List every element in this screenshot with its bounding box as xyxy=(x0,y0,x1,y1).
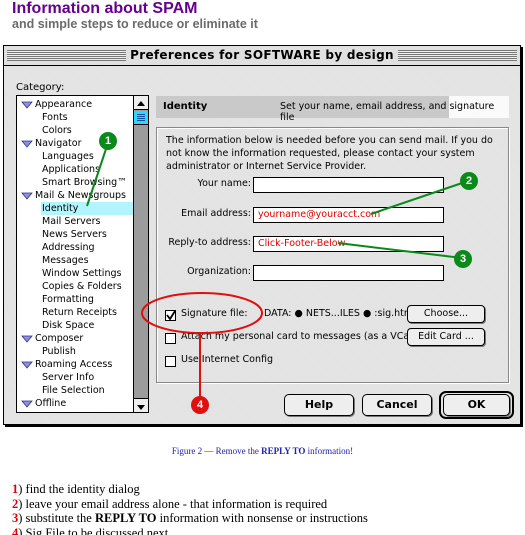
step-item: 3) substitute the REPLY TO information w… xyxy=(12,511,368,526)
disclosure-triangle-icon[interactable] xyxy=(21,335,33,343)
category-item[interactable]: Formatting xyxy=(42,293,94,306)
category-item[interactable]: Mail Servers xyxy=(42,215,100,228)
page-title: Information about SPAM xyxy=(12,0,198,17)
step-text: ) find the identity dialog xyxy=(18,482,140,496)
caption-bold: REPLY TO xyxy=(261,446,306,456)
your-name-field[interactable] xyxy=(253,177,444,193)
step-item: 1) find the identity dialog xyxy=(12,482,368,497)
internet-config-label: Use Internet Config xyxy=(181,354,273,365)
reply-to-field[interactable]: Click-Footer-Below xyxy=(253,236,444,252)
step-bold: REPLY TO xyxy=(94,511,157,525)
window-title: Preferences for SOFTWARE by design xyxy=(126,48,398,62)
category-item[interactable]: Appearance xyxy=(35,98,92,111)
category-item[interactable]: Messages xyxy=(42,254,89,267)
step-text: ) substitute the xyxy=(18,511,95,525)
scroll-thumb[interactable] xyxy=(134,111,148,125)
step-item: 2) leave your email address alone - that… xyxy=(12,497,368,512)
category-item[interactable]: Window Settings xyxy=(42,267,121,280)
disclosure-triangle-icon[interactable] xyxy=(21,101,33,109)
scroll-down-button[interactable] xyxy=(134,398,148,412)
step-text: ) Sig File to be discussed next xyxy=(18,525,169,535)
category-item[interactable]: Addressing xyxy=(42,241,95,254)
panel-title: Identity xyxy=(163,101,208,112)
organization-field[interactable] xyxy=(253,265,444,281)
your-name-label: Your name: xyxy=(197,178,251,189)
page-subtitle: and simple steps to reduce or eliminate … xyxy=(12,17,258,31)
category-list[interactable]: Appearance Fonts Colors Navigator Languages A… xyxy=(16,95,148,413)
scroll-up-button[interactable] xyxy=(134,96,148,110)
category-item[interactable]: Offline xyxy=(35,397,66,410)
vcard-label: Attach my personal card to messages (as … xyxy=(181,331,423,342)
panel-description: Set your name, email address, and signat… xyxy=(280,101,495,123)
step-item: 4) Sig File to be discussed next xyxy=(12,526,368,535)
signature-path: DATA: ● NETS...ILES ● :sig.html xyxy=(264,308,416,319)
category-item[interactable]: Fonts xyxy=(42,111,68,124)
category-item[interactable]: Server Info xyxy=(42,371,94,384)
organization-label: Organization: xyxy=(187,266,251,277)
category-item[interactable]: Return Receipts xyxy=(42,306,117,319)
category-item[interactable]: Composer xyxy=(35,332,83,345)
annotation-badge-3: 3 xyxy=(454,250,472,268)
email-field[interactable]: yourname@youracct.com xyxy=(253,207,444,223)
annotation-badge-2: 2 xyxy=(460,172,478,190)
cancel-button[interactable]: Cancel xyxy=(362,394,432,416)
step-text: ) leave your email address alone - that … xyxy=(18,496,328,511)
vcard-checkbox[interactable] xyxy=(165,333,176,344)
preferences-window: Preferences for SOFTWARE by design Categ… xyxy=(3,45,521,425)
category-item[interactable]: File Selection xyxy=(42,384,105,397)
disclosure-triangle-icon[interactable] xyxy=(21,192,33,200)
category-item[interactable]: Applications xyxy=(42,163,100,176)
signature-checkbox[interactable] xyxy=(165,310,176,321)
category-item[interactable]: Roaming Access xyxy=(35,358,112,371)
category-item[interactable]: Publish xyxy=(42,345,76,358)
caption-prefix: Figure 2 — Remove the xyxy=(171,446,262,456)
annotation-badge-4: 4 xyxy=(191,396,209,414)
intro-text: The information below is needed before y… xyxy=(166,135,493,172)
annotation-badge-1: 1 xyxy=(99,132,117,150)
steps-list: 1) find the identity dialog 2) leave you… xyxy=(12,482,368,535)
category-item[interactable]: Identity xyxy=(41,202,145,215)
ok-button[interactable]: OK xyxy=(443,394,510,416)
signature-label: Signature file: xyxy=(181,308,248,319)
reply-to-label: Reply-to address: xyxy=(168,237,251,248)
disclosure-triangle-icon[interactable] xyxy=(21,361,33,369)
internet-config-checkbox[interactable] xyxy=(165,356,176,367)
disclosure-triangle-icon[interactable] xyxy=(21,400,33,408)
figure-caption: Figure 2 — Remove the REPLY TO informati… xyxy=(0,446,525,456)
category-item[interactable]: Languages xyxy=(42,150,94,163)
step-text: information with nonsense or instruction… xyxy=(156,511,368,525)
category-item[interactable]: Navigator xyxy=(35,137,81,150)
edit-card-button[interactable]: Edit Card ... xyxy=(407,328,485,346)
choose-button[interactable]: Choose... xyxy=(407,305,485,323)
category-item[interactable]: Colors xyxy=(42,124,72,137)
category-scrollbar[interactable] xyxy=(133,95,149,413)
window-titlebar[interactable]: Preferences for SOFTWARE by design xyxy=(4,46,520,66)
disclosure-triangle-icon[interactable] xyxy=(21,140,33,148)
category-item[interactable]: News Servers xyxy=(42,228,107,241)
category-item[interactable]: Disk Space xyxy=(42,319,94,332)
arrow-up-icon xyxy=(137,101,145,106)
email-label: Email address: xyxy=(181,208,251,219)
category-item[interactable]: Copies & Folders xyxy=(42,280,122,293)
arrow-down-icon xyxy=(137,405,145,410)
identity-header-bar: Identity Set your name, email address, a… xyxy=(156,96,509,123)
category-label: Category: xyxy=(16,82,65,93)
caption-suffix: information! xyxy=(305,446,354,456)
category-item[interactable]: Mail & Newsgroups xyxy=(35,189,126,202)
help-button[interactable]: Help xyxy=(284,394,354,416)
checkmark-icon xyxy=(166,310,176,321)
category-item[interactable]: Smart Browsing™ xyxy=(42,176,127,189)
